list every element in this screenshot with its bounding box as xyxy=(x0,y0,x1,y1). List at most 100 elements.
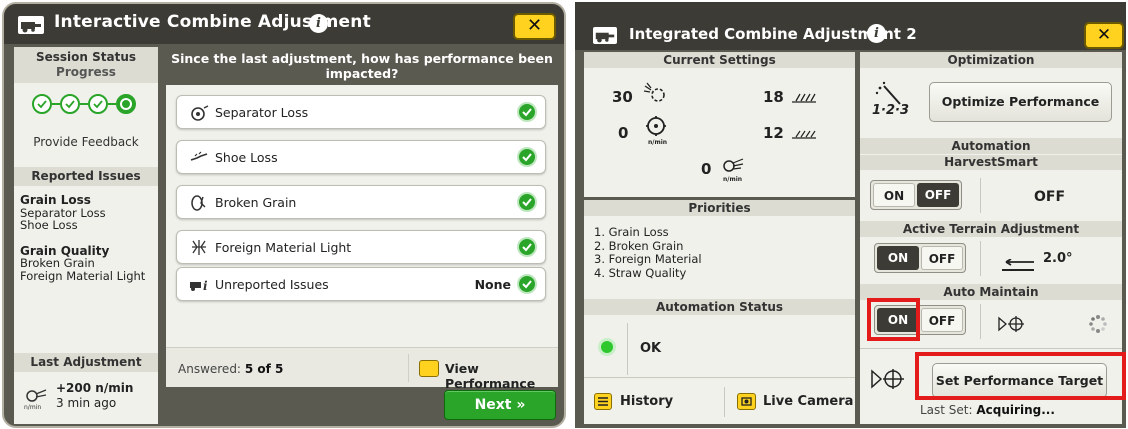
priorities-header: Priorities xyxy=(584,200,855,216)
info-icon[interactable]: i xyxy=(867,24,886,43)
title-bar: Interactive Combine Adjustment i ✕ xyxy=(4,4,564,44)
history-button[interactable]: History xyxy=(590,387,710,417)
feeder-icon: n/min xyxy=(719,156,749,188)
target-icon xyxy=(997,315,1027,337)
interactive-combine-adjustment-window: Interactive Combine Adjustment i ✕ Sessi… xyxy=(2,2,566,428)
unreported-icon: i xyxy=(189,275,211,295)
svg-text:i: i xyxy=(203,279,208,293)
rotor-icon xyxy=(642,82,670,110)
optimization-header: Optimization xyxy=(860,52,1122,68)
reported-issues-list: Grain Loss Separator Loss Shoe Loss Grai… xyxy=(20,194,145,295)
target-icon xyxy=(870,368,906,394)
harvestsmart-off-option[interactable]: OFF xyxy=(917,183,959,207)
rotor-speed-value: 30 xyxy=(612,88,633,106)
camera-icon xyxy=(737,393,756,410)
priority-item: 1. Grain Loss xyxy=(594,225,669,239)
reported-issues-header: Reported Issues xyxy=(14,167,158,186)
issue-group: Grain Loss Separator Loss Shoe Loss xyxy=(20,193,106,232)
issues-list: Separator Loss Shoe Loss Broken Grain Fo… xyxy=(166,85,558,347)
priority-item: 2. Broken Grain xyxy=(594,238,684,253)
answered-count: Answered: 5 of 5 xyxy=(178,362,284,376)
shoe-icon xyxy=(189,148,211,168)
sieve-icon xyxy=(790,126,820,145)
slope-arrow-icon xyxy=(1000,258,1036,277)
progress-step-current-icon xyxy=(116,94,136,114)
automation-status-text: OK xyxy=(640,341,662,356)
feeder-speed-icon: n/min xyxy=(22,388,48,414)
last-adjustment-value: +200 n/min 3 min ago xyxy=(56,381,134,410)
live-camera-button[interactable]: Live Camera xyxy=(724,387,854,417)
check-icon xyxy=(517,102,537,122)
priorities-panel: Priorities 1. Grain Loss 2. Broken Grain… xyxy=(584,200,855,308)
separator-icon xyxy=(189,103,211,123)
auto-maintain-on-highlight xyxy=(867,298,920,341)
issue-row-foreign-material[interactable]: Foreign Material Light xyxy=(176,230,546,264)
fan-icon: n/min xyxy=(644,114,674,150)
terrain-off-option[interactable]: OFF xyxy=(921,246,963,270)
session-status-header: Session Status Progress xyxy=(14,47,158,83)
status-indicator-icon xyxy=(601,341,613,353)
close-button[interactable]: ✕ xyxy=(1084,22,1124,49)
issue-row-broken-grain[interactable]: Broken Grain xyxy=(176,185,546,219)
foreign-material-icon xyxy=(189,238,211,258)
answered-bar: Answered: 5 of 5 View Performance xyxy=(166,347,558,391)
terrain-angle-value: 2.0° xyxy=(1043,251,1073,266)
info-icon[interactable]: i xyxy=(309,14,328,33)
sieve-value: 12 xyxy=(763,124,784,142)
svg-text:n/min: n/min xyxy=(24,404,41,410)
question-header: Since the last adjustment, how has perfo… xyxy=(171,51,553,81)
priority-item: 4. Straw Quality xyxy=(594,265,687,280)
feeder-speed-value: 0 xyxy=(701,160,712,178)
issue-row-unreported[interactable]: i Unreported Issues None xyxy=(176,267,546,301)
last-set-status: Last Set: Acquiring... xyxy=(920,403,1055,417)
progress-step-complete-icon xyxy=(32,94,52,114)
optimize-icon: 1·2·3 xyxy=(870,78,914,122)
terrain-on-option[interactable]: ON xyxy=(877,246,919,270)
check-icon xyxy=(517,237,537,257)
issue-row-separator-loss[interactable]: Separator Loss xyxy=(176,95,546,129)
harvestsmart-status: OFF xyxy=(1034,189,1066,205)
chart-icon xyxy=(419,360,439,377)
svg-text:1·2·3: 1·2·3 xyxy=(872,103,909,118)
combine-logo-icon xyxy=(593,27,617,44)
progress-step-complete-icon xyxy=(60,94,80,114)
unreported-value: None xyxy=(474,277,511,292)
set-target-highlight xyxy=(915,352,1126,400)
list-icon xyxy=(594,393,612,410)
next-button[interactable]: Next » xyxy=(444,390,556,420)
loading-spinner-icon xyxy=(1088,314,1108,338)
broken-grain-icon xyxy=(189,193,211,213)
check-icon xyxy=(517,192,537,212)
harvestsmart-toggle[interactable]: ON OFF xyxy=(870,180,962,210)
terrain-toggle[interactable]: ON OFF xyxy=(874,243,966,273)
svg-text:n/min: n/min xyxy=(723,176,742,183)
close-button[interactable]: ✕ xyxy=(513,13,556,40)
issue-row-shoe-loss[interactable]: Shoe Loss xyxy=(176,140,546,174)
chaffer-icon xyxy=(790,90,820,109)
progress-step-complete-icon xyxy=(88,94,108,114)
auto-maintain-off-option[interactable]: OFF xyxy=(921,308,963,332)
last-adjustment-header: Last Adjustment xyxy=(14,353,158,372)
optimize-performance-button[interactable]: Optimize Performance xyxy=(929,82,1112,122)
progress-step-label: Provide Feedback xyxy=(33,135,139,149)
check-icon xyxy=(517,274,537,294)
sidebar: Session Status Progress Provide Feedback… xyxy=(14,47,158,424)
concave-value: 0 xyxy=(618,124,629,142)
automation-header: Automation HarvestSmart xyxy=(860,138,1122,170)
harvestsmart-on-option[interactable]: ON xyxy=(873,183,915,207)
current-settings-header: Current Settings xyxy=(584,52,855,68)
active-terrain-header: Active Terrain Adjustment xyxy=(860,221,1122,237)
combine-logo-icon xyxy=(18,16,44,34)
automation-status-header: Automation Status xyxy=(584,299,855,315)
screen: Interactive Combine Adjustment i ✕ Sessi… xyxy=(0,0,1128,429)
priorities-list: 1. Grain Loss 2. Broken Grain 3. Foreign… xyxy=(594,225,702,280)
issue-group: Grain Quality Broken Grain Foreign Mater… xyxy=(20,243,146,283)
progress-indicator xyxy=(32,94,142,118)
svg-text:n/min: n/min xyxy=(648,139,667,146)
check-icon xyxy=(517,147,537,167)
current-settings-panel: Current Settings 30 18 0 n/min 12 0 n/mi… xyxy=(584,52,855,197)
priority-item: 3. Foreign Material xyxy=(594,252,702,266)
title-bar: Integrated Combine Adjustment 2 i ✕ xyxy=(575,2,1126,50)
fan-speed-value: 18 xyxy=(763,88,784,106)
view-performance-button[interactable]: View Performance xyxy=(408,354,558,391)
